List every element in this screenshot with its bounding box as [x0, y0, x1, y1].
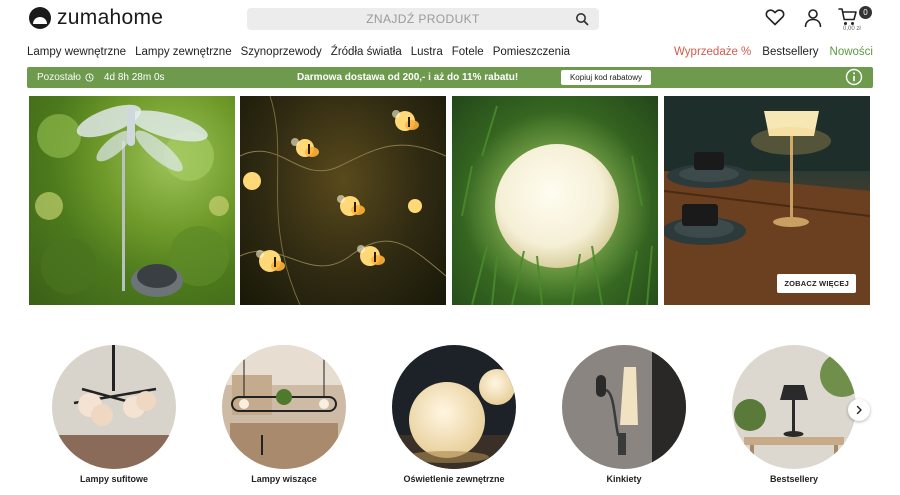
pendant-lamp-image [222, 345, 346, 469]
hero-tile-bee-string-lights[interactable] [240, 96, 446, 305]
shopping-cart-icon [838, 8, 857, 25]
search-bar [247, 8, 599, 30]
ceiling-lamp-image [52, 345, 176, 469]
nav-item-fotele[interactable]: Fotele [452, 46, 484, 58]
category-label: Lampy sufitowe [79, 474, 148, 484]
search-input[interactable] [273, 12, 573, 26]
category-lampy-wiszace[interactable]: Lampy wiszące [222, 345, 346, 484]
bee-string-lights-image [240, 96, 446, 305]
clock-icon [85, 73, 94, 82]
main-nav: Lampy wewnętrzne Lampy zewnętrzne Szynop… [27, 44, 873, 60]
cart-count-badge: 0 [859, 6, 872, 19]
category-image [52, 345, 176, 469]
see-more-button[interactable]: ZOBACZ WIĘCEJ [777, 274, 856, 293]
search-icon[interactable] [575, 12, 589, 26]
copy-discount-code-button[interactable]: Kopiuj kod rabatowy [561, 70, 651, 85]
nav-highlights: Wyprzedaże % Bestsellery Nowości [674, 46, 873, 58]
category-bestsellery[interactable]: Bestsellery [732, 345, 856, 484]
category-label: Lampy wiszące [251, 474, 317, 484]
nav-categories: Lampy wewnętrzne Lampy zewnętrzne Szynop… [27, 46, 570, 58]
cart-total: 0,00 zł [843, 26, 861, 32]
chevron-right-icon [856, 405, 862, 415]
bestseller-table-lamp-image [732, 345, 856, 469]
countdown-label: Pozostało [37, 72, 81, 83]
garden-sphere-lamp-image [461, 105, 653, 305]
category-oswietlenie-zewnetrzne[interactable]: Oświetlenie zewnętrzne [392, 345, 516, 484]
brand-name: zumahome [57, 6, 164, 29]
cart[interactable]: 0 0,00 zł [836, 6, 876, 36]
category-lampy-sufitowe[interactable]: Lampy sufitowe [52, 345, 176, 484]
promo-countdown: Pozostało 4d 8h 28m 0s [37, 72, 165, 83]
hero-tile-solar-dragonfly[interactable] [29, 96, 235, 305]
hero-tile-table-lamp[interactable]: ZOBACZ WIĘCEJ [664, 96, 870, 305]
carousel-next-button[interactable] [848, 399, 870, 421]
wall-sconce-image [562, 345, 686, 469]
logo-mark-icon [29, 7, 51, 29]
nav-item-nowosci[interactable]: Nowości [830, 46, 873, 58]
hero-tile-glowing-sphere[interactable] [452, 96, 658, 305]
nav-item-lampy-zewnetrzne[interactable]: Lampy zewnętrzne [135, 46, 232, 58]
solar-dragonfly-lamp-image [35, 104, 229, 297]
nav-item-szynoprzewody[interactable]: Szynoprzewody [241, 46, 322, 58]
nav-item-pomieszczenia[interactable]: Pomieszczenia [493, 46, 570, 58]
outdoor-sphere-lamp-image [392, 345, 516, 469]
nav-item-zrodla-swiatla[interactable]: Źródła światła [331, 46, 402, 58]
info-icon[interactable] [845, 68, 863, 86]
nav-item-lampy-wewnetrzne[interactable]: Lampy wewnętrzne [27, 46, 126, 58]
category-label: Oświetlenie zewnętrzne [403, 474, 505, 484]
account-user-icon[interactable] [804, 8, 822, 28]
category-image [562, 345, 686, 469]
category-label: Bestsellery [769, 474, 819, 484]
category-image [222, 345, 346, 469]
nav-item-wyprzedaze[interactable]: Wyprzedaże % [674, 46, 751, 58]
nav-item-lustra[interactable]: Lustra [411, 46, 443, 58]
category-kinkiety[interactable]: Kinkiety [562, 345, 686, 484]
category-image [732, 345, 856, 469]
promo-bar: Pozostało 4d 8h 28m 0s Darmowa dostawa o… [27, 67, 873, 88]
site-header: zumahome 0 0,00 zł [0, 0, 900, 40]
countdown-value: 4d 8h 28m 0s [103, 72, 165, 83]
logo[interactable]: zumahome [29, 6, 163, 30]
promo-message: Darmowa dostawa od 200,- i aż do 11% rab… [297, 72, 519, 83]
category-label: Kinkiety [606, 474, 642, 484]
wishlist-heart-icon[interactable] [765, 8, 785, 26]
category-image [392, 345, 516, 469]
nav-item-bestsellery[interactable]: Bestsellery [762, 46, 818, 58]
